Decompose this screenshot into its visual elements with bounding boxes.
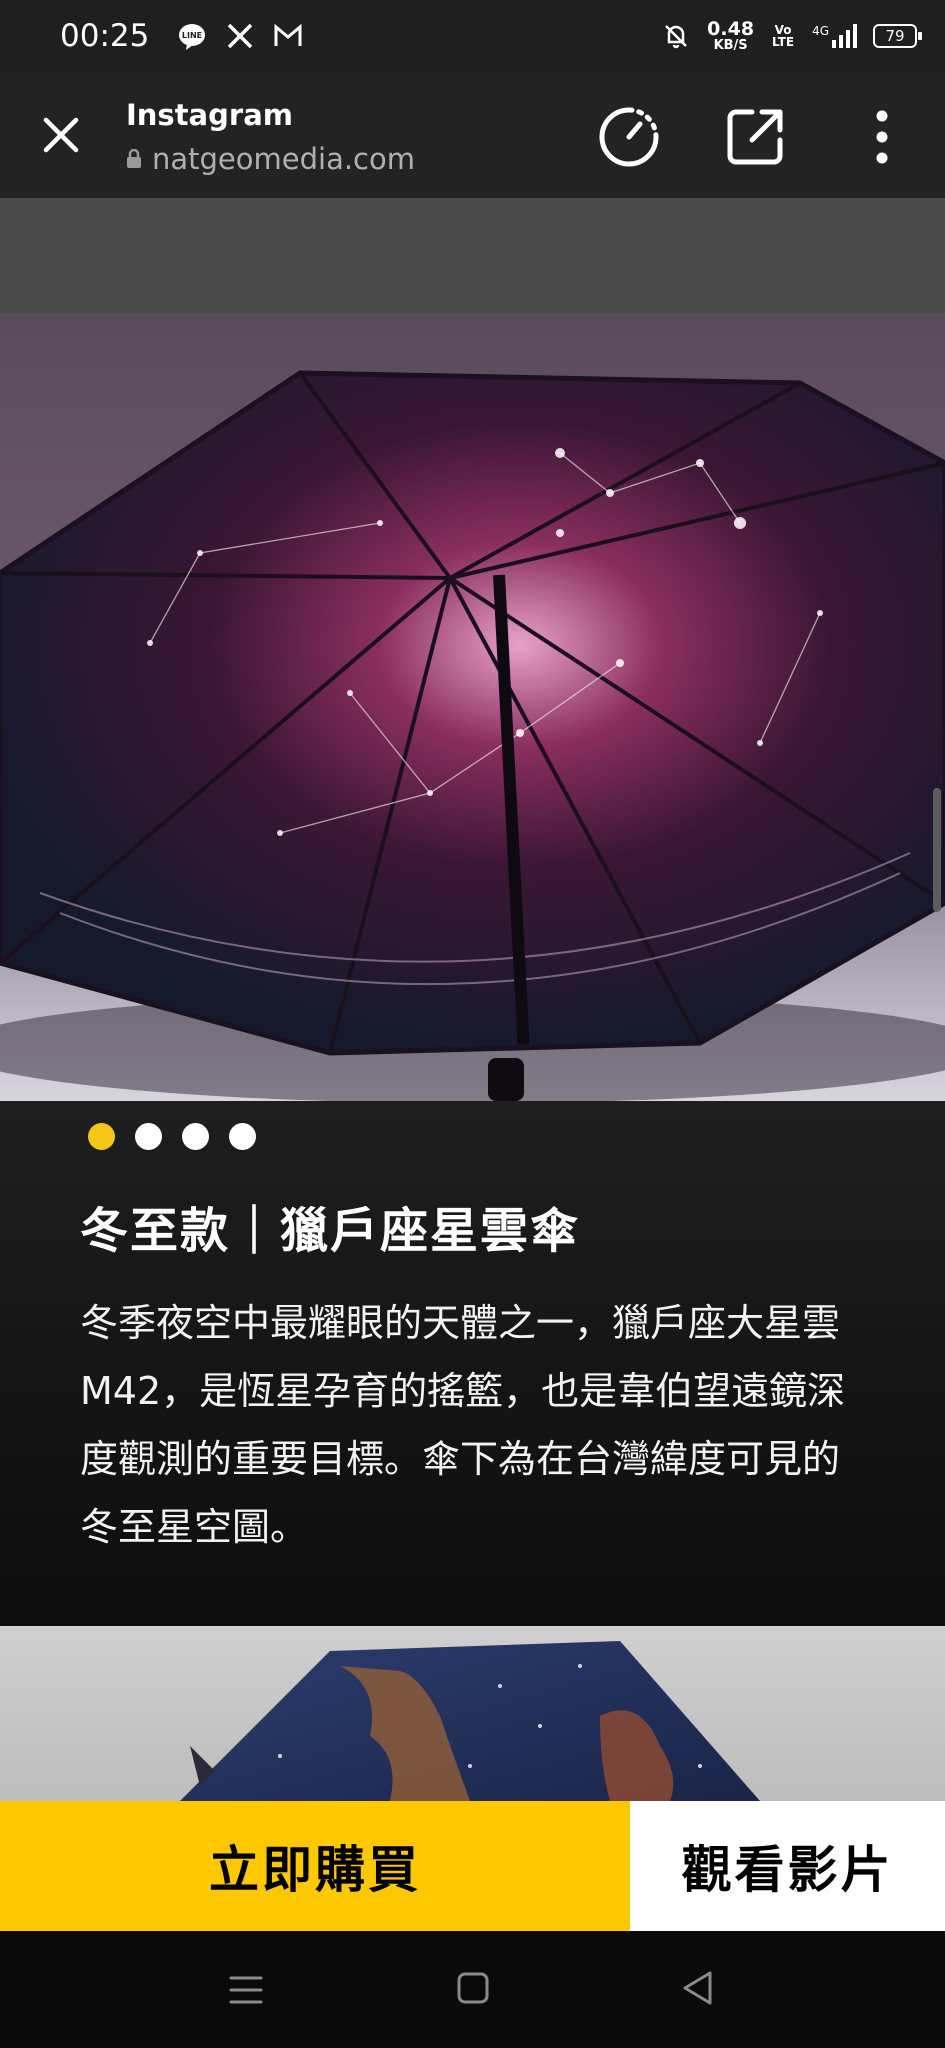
image-top-band (0, 198, 945, 313)
close-icon[interactable] (36, 110, 86, 160)
more-options-icon[interactable] (864, 108, 900, 166)
carousel-dot[interactable] (182, 1123, 209, 1150)
carousel-dot[interactable] (229, 1123, 256, 1150)
network-speed: 0.48 KB/S (707, 18, 755, 53)
page-title: Instagram (126, 98, 293, 132)
signal-icon: 4G (812, 24, 857, 48)
battery-level: 79 (885, 27, 905, 45)
home-icon[interactable] (456, 1971, 490, 2005)
carousel-dot-active[interactable] (88, 1123, 115, 1150)
scrollbar-thumb[interactable] (933, 788, 941, 912)
url-row: natgeomedia.com (126, 142, 415, 176)
speedometer-icon[interactable] (596, 104, 662, 170)
product-description: 冬季夜空中最耀眼的天體之一，獵戶座大星雲 M42，是恆星孕育的搖籃，也是韋伯望遠… (80, 1301, 846, 1549)
mute-bell-icon (665, 25, 688, 49)
buy-now-button[interactable]: 立即購買 (0, 1801, 630, 1931)
x-icon (228, 23, 253, 49)
carousel-dot[interactable] (135, 1123, 162, 1150)
open-external-icon[interactable] (722, 104, 788, 170)
carousel-indicator (88, 1123, 256, 1150)
system-nav-bar (0, 1931, 945, 2048)
notification-icons: LINE (177, 21, 303, 51)
cta-bar: 立即購買 觀看影片 (0, 1801, 945, 1931)
gmail-icon (274, 23, 302, 46)
nebula-umbrella-illustration (180, 1641, 760, 1801)
speed-value: 0.48 (707, 18, 755, 40)
page-url: natgeomedia.com (152, 142, 415, 176)
line-icon: LINE (179, 24, 206, 50)
product-title: 冬至款｜獵戶座星雲傘 (80, 1203, 581, 1259)
speed-unit: KB/S (713, 38, 748, 53)
svg-text:LINE: LINE (182, 31, 202, 40)
umbrella-product-image[interactable] (0, 313, 945, 1101)
back-icon[interactable] (680, 1969, 714, 2007)
volte-label: Vo LTE (772, 23, 795, 49)
lock-icon (127, 149, 141, 168)
network-type: 4G (812, 24, 829, 38)
page-info: Instagram natgeomedia.com (126, 98, 415, 176)
system-icons: 0.48 KB/S Vo LTE 4G 79 (661, 18, 922, 53)
umbrella-illustration (0, 370, 945, 1101)
watch-video-button[interactable]: 觀看影片 (630, 1801, 945, 1931)
product-details: 冬至款｜獵戶座星雲傘 冬季夜空中最耀眼的天體之一，獵戶座大星雲 M42，是恆星孕… (0, 1101, 945, 1626)
browser-toolbar: Instagram natgeomedia.com (0, 72, 945, 198)
status-time: 00:25 (60, 18, 150, 54)
battery-icon: 79 (873, 24, 922, 48)
recents-icon[interactable] (228, 1973, 264, 2007)
status-bar: 00:25 LINE 0.48 KB/S Vo LTE 4G 79 (0, 0, 945, 72)
second-product-image[interactable] (0, 1626, 945, 1801)
